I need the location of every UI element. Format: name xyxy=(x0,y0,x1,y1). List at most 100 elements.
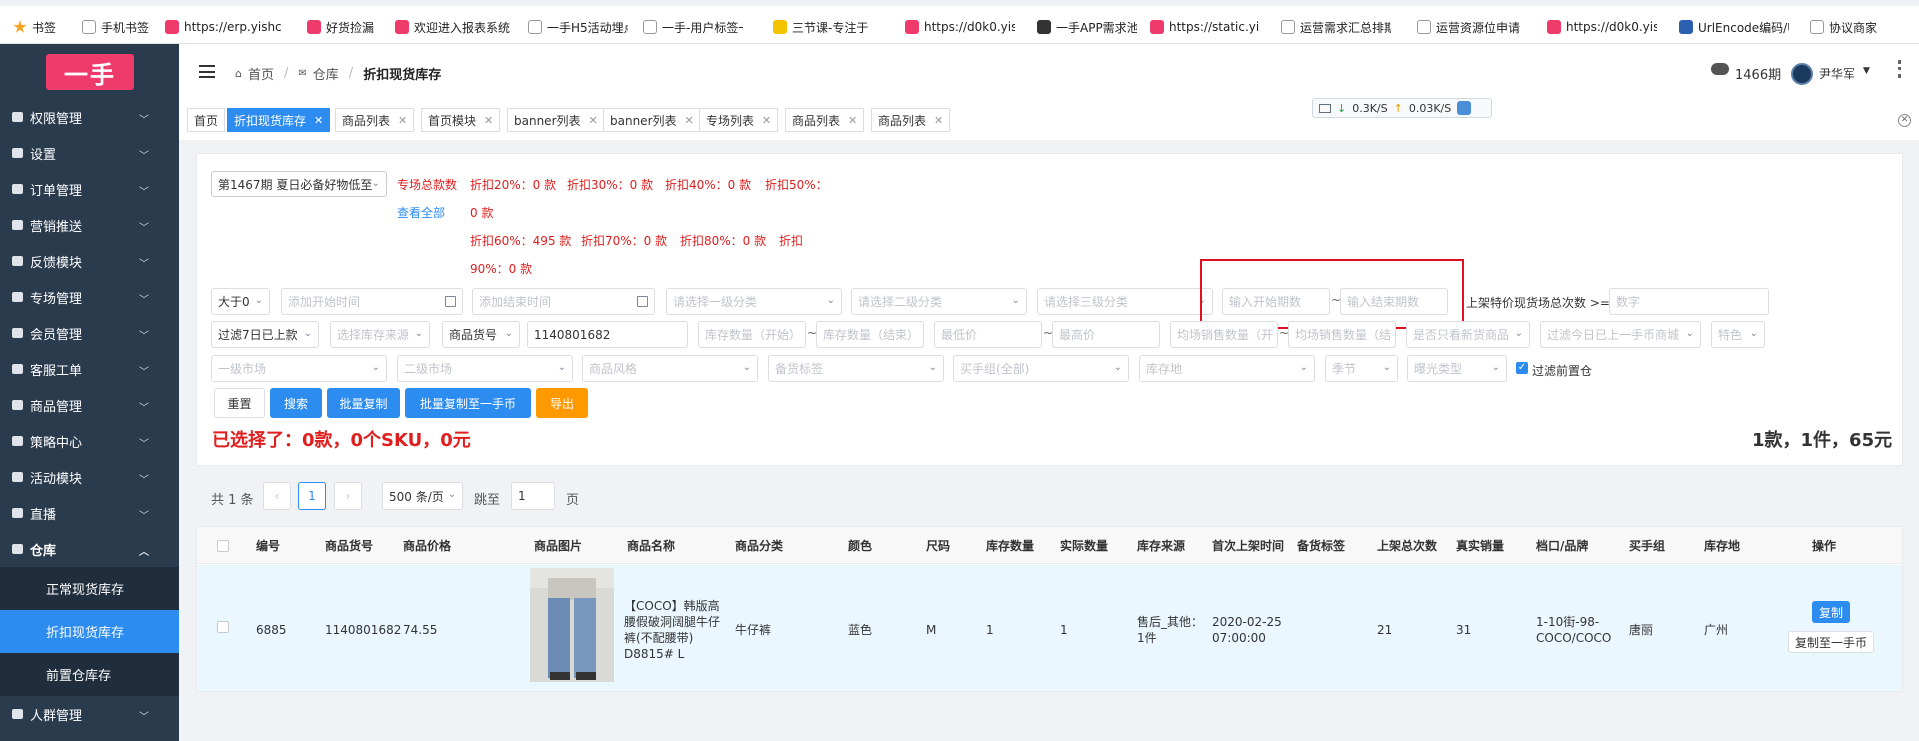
close-icon[interactable]: ✕ xyxy=(398,114,407,127)
past7-select[interactable]: 过滤7日已上款 ⌄ xyxy=(211,321,319,348)
price-max-input[interactable]: 最高价 xyxy=(1052,321,1160,348)
bookmark-item[interactable]: 协议商家 xyxy=(1810,18,1910,36)
tab[interactable]: 商品列表 ✕ xyxy=(785,108,865,132)
category2-select[interactable]: 请选择二级分类 ⌄ xyxy=(851,288,1027,315)
sidebar-item[interactable]: 人群管理 ﹀ xyxy=(0,696,179,732)
reset-button[interactable]: 重置 xyxy=(214,388,265,418)
row-checkbox[interactable] xyxy=(217,621,229,633)
tab[interactable]: banner列表 ✕ xyxy=(603,108,701,132)
bookmark-item[interactable]: 一手H5活动埋点 xyxy=(528,18,628,36)
sidebar-item[interactable]: 专场管理 ﹀ xyxy=(0,279,179,315)
bookmark-item[interactable]: https://erp.yishc xyxy=(165,18,285,36)
copy-coin-button[interactable]: 复制至一手币 xyxy=(1788,631,1874,653)
dots-vertical-icon[interactable] xyxy=(1898,60,1901,78)
batch-copy-button[interactable]: 批量复制 xyxy=(327,388,400,418)
category3-select[interactable]: 请选择三级分类 ⌄ xyxy=(1037,288,1213,315)
prev-page-button[interactable]: ‹ xyxy=(263,482,291,510)
user-name[interactable]: 尹华军 xyxy=(1819,65,1855,82)
bookmark-item[interactable]: https://static.yish xyxy=(1150,18,1260,36)
close-icon[interactable]: ✕ xyxy=(848,114,857,127)
exposure-select[interactable]: 曝光类型 ⌄ xyxy=(1407,355,1507,382)
next-page-button[interactable]: › xyxy=(334,482,362,510)
season-select[interactable]: 季节 ⌄ xyxy=(1325,355,1398,382)
front-filter-checkbox[interactable]: ✓ xyxy=(1516,362,1528,374)
tab[interactable]: 首页模块 ✕ xyxy=(421,108,501,132)
period-select[interactable]: 第1467期 夏日必备好物低至 ⌄ xyxy=(211,171,387,197)
bookmark-item[interactable]: 运营资源位申请 xyxy=(1417,18,1527,36)
category1-select[interactable]: 请选择一级分类 ⌄ xyxy=(666,288,842,315)
stock-source-select[interactable]: 选择库存来源 ⌄ xyxy=(330,321,430,348)
sidebar-item[interactable]: 营销推送 ﹀ xyxy=(0,207,179,243)
backup-tag-select[interactable]: 备货标签 ⌄ xyxy=(768,355,944,382)
sidebar-item[interactable]: 活动模块 ﹀ xyxy=(0,459,179,495)
avg-sales-max-input[interactable]: 均场销售数量（结 xyxy=(1288,321,1396,348)
tab[interactable]: 商品列表 ✕ xyxy=(335,108,415,132)
bookmark-item[interactable]: 手机书签 xyxy=(82,18,154,36)
close-icon[interactable]: ✕ xyxy=(589,114,598,127)
bookmark-item[interactable]: 好货捡漏 xyxy=(307,18,377,36)
new-goods-select[interactable]: 是否只看新货商品 ⌄ xyxy=(1406,321,1530,348)
sidebar-item[interactable]: 订单管理 ﹀ xyxy=(0,171,179,207)
close-icon[interactable]: ✕ xyxy=(685,114,694,127)
bookmark-item[interactable]: 一手APP需求池 xyxy=(1037,18,1137,36)
bookmark-item[interactable]: 书签 xyxy=(13,18,68,36)
market2-select[interactable]: 二级市场 ⌄ xyxy=(397,355,573,382)
tab[interactable]: 折扣现货库存 ✕ xyxy=(227,108,331,132)
sidebar-item[interactable]: 仓库 ︿ xyxy=(0,531,179,567)
start-time-input[interactable]: 添加开始时间 xyxy=(281,288,463,315)
page-size-select[interactable]: 500 条/页 ⌄ xyxy=(382,482,463,510)
close-icon[interactable]: ✕ xyxy=(484,114,493,127)
stock-max-input[interactable]: 库存数量（结束） xyxy=(816,321,924,348)
sidebar-item[interactable]: 直播 ﹀ xyxy=(0,495,179,531)
sidebar-item[interactable]: 设置 ﹀ xyxy=(0,135,179,171)
sidebar-item[interactable]: 商品管理 ﹀ xyxy=(0,387,179,423)
bookmark-item[interactable]: 三节课-专注于 xyxy=(773,18,883,36)
jump-input[interactable]: 1 xyxy=(511,482,555,510)
tab[interactable]: 商品列表 ✕ xyxy=(871,108,951,132)
page-number[interactable]: 1 xyxy=(298,482,326,510)
menu-toggle-icon[interactable] xyxy=(199,65,215,78)
breadcrumb-warehouse[interactable]: 仓库 xyxy=(313,64,339,83)
sidebar-subitem[interactable]: 正常现货库存 xyxy=(0,567,179,610)
bookmark-item[interactable]: https://d0k0.yish xyxy=(905,18,1015,36)
tab[interactable]: 专场列表 ✕ xyxy=(699,108,779,132)
avatar[interactable] xyxy=(1791,63,1813,85)
filter-today-select[interactable]: 过滤今日已上一手币商城 ⌄ xyxy=(1540,321,1701,348)
breadcrumb-home[interactable]: 首页 xyxy=(248,64,274,83)
sidebar-item[interactable]: 反馈模块 ﹀ xyxy=(0,243,179,279)
copy-button[interactable]: 复制 xyxy=(1812,601,1850,623)
gt-select[interactable]: 大于0 ⌄ xyxy=(211,288,270,315)
close-icon[interactable]: ✕ xyxy=(934,114,943,127)
tab-close-all-icon[interactable]: ✕ xyxy=(1898,114,1911,127)
close-icon[interactable]: ✕ xyxy=(314,114,323,127)
price-min-input[interactable]: 最低价 xyxy=(934,321,1042,348)
feature-select[interactable]: 特色 ⌄ xyxy=(1711,321,1765,348)
export-button[interactable]: 导出 xyxy=(536,388,588,418)
buyer-select[interactable]: 买手组(全部) ⌄ xyxy=(953,355,1129,382)
shelf-count-input[interactable]: 数字 xyxy=(1609,288,1769,315)
view-all-link[interactable]: 查看全部 xyxy=(397,204,445,221)
sidebar-subitem[interactable]: 前置仓库存 xyxy=(0,653,179,696)
product-image[interactable] xyxy=(530,568,614,682)
bookmark-item[interactable]: 运营需求汇总排期 xyxy=(1281,18,1391,36)
search-button[interactable]: 搜索 xyxy=(270,388,322,418)
sidebar-item[interactable]: 策略中心 ﹀ xyxy=(0,423,179,459)
bookmark-item[interactable]: 欢迎进入报表系统 xyxy=(395,18,515,36)
bookmark-item[interactable]: 一手-用户标签一 xyxy=(643,18,743,36)
tab[interactable]: 首页 xyxy=(187,108,226,132)
bookmark-item[interactable]: UrlEncode编码/U xyxy=(1679,18,1789,36)
sidebar-subitem[interactable]: 折扣现货库存 xyxy=(0,610,179,653)
sidebar-item[interactable]: 权限管理 ﹀ xyxy=(0,99,179,135)
warehouse-select[interactable]: 库存地 ⌄ xyxy=(1139,355,1315,382)
cloud-icon[interactable] xyxy=(1711,63,1729,75)
tab[interactable]: banner列表 ✕ xyxy=(507,108,605,132)
market1-select[interactable]: 一级市场 ⌄ xyxy=(211,355,387,382)
end-time-input[interactable]: 添加结束时间 xyxy=(472,288,655,315)
batch-copy-coin-button[interactable]: 批量复制至一手币 xyxy=(405,388,531,418)
sidebar-item[interactable]: 会员管理 ﹀ xyxy=(0,315,179,351)
select-all-checkbox[interactable] xyxy=(217,540,229,552)
goods-no-select[interactable]: 商品货号 ⌄ xyxy=(442,321,520,348)
close-icon[interactable]: ✕ xyxy=(762,114,771,127)
stock-min-input[interactable]: 库存数量（开始） xyxy=(698,321,806,348)
style-select[interactable]: 商品风格 ⌄ xyxy=(582,355,758,382)
